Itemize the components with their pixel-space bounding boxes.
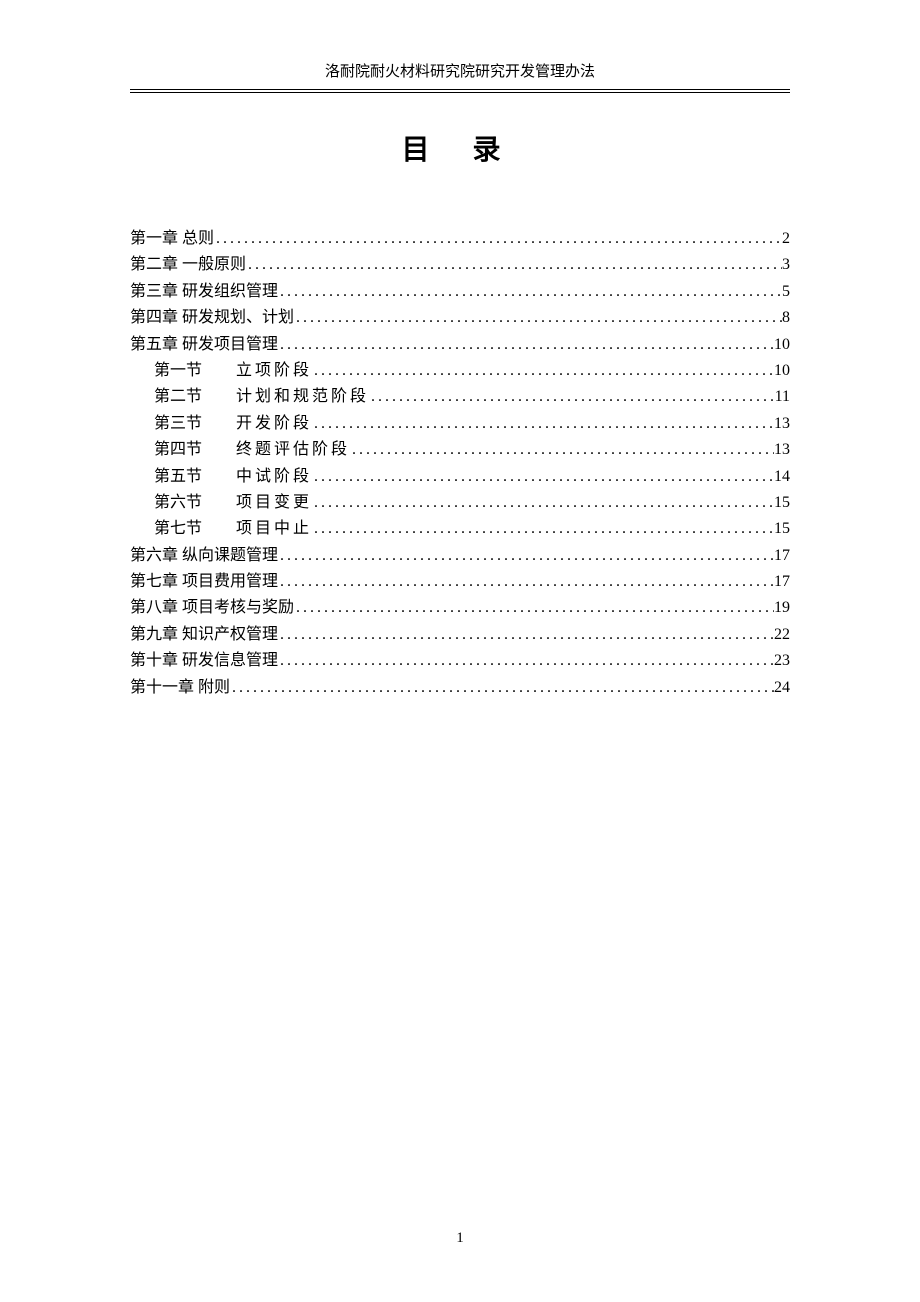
toc-section-label: 第三节 [154,411,236,437]
toc-leader [312,490,774,516]
toc-entry: 第四章 研发规划、计划 8 [130,305,790,331]
toc-entry: 第二章 一般原则 3 [130,252,790,278]
toc-entry: 第六章 纵向课题管理 17 [130,543,790,569]
toc-leader [294,305,782,331]
header-rule-bottom [130,92,790,93]
toc-leader [350,437,774,463]
toc-page-number: 19 [774,595,790,621]
toc-page-number: 24 [774,675,790,701]
toc-leader [278,279,782,305]
toc-leader [294,595,774,621]
table-of-contents: 第一章 总则 2 第二章 一般原则 3 第三章 研发组织管理 5 第四章 研发规… [130,226,790,701]
toc-page-number: 15 [774,490,790,516]
toc-page-number: 2 [782,226,790,252]
toc-leader [312,358,774,384]
toc-section-label: 第七节 [154,516,236,542]
toc-subentry: 第一节 立项阶段 10 [130,358,790,384]
toc-entry: 第十章 研发信息管理 23 [130,648,790,674]
toc-entry: 第三章 研发组织管理 5 [130,279,790,305]
toc-section-label: 第二节 [154,384,236,410]
toc-leader [312,516,774,542]
toc-leader [278,543,774,569]
toc-chapter-label: 第三章 研发组织管理 [130,279,278,305]
toc-page-number: 10 [774,332,790,358]
toc-page-number: 22 [774,622,790,648]
toc-page-number: 11 [775,384,790,410]
toc-chapter-label: 第四章 研发规划、计划 [130,305,294,331]
toc-page-number: 17 [774,569,790,595]
toc-subentry: 第五节 中试阶段 14 [130,464,790,490]
toc-leader [278,622,774,648]
toc-page-number: 8 [782,305,790,331]
toc-chapter-label: 第六章 纵向课题管理 [130,543,278,569]
toc-page-number: 3 [782,252,790,278]
toc-title: 目 录 [130,128,790,168]
toc-leader [278,332,774,358]
toc-page-number: 15 [774,516,790,542]
toc-section-label: 第一节 [154,358,236,384]
toc-subentry: 第四节 终题评估阶段 13 [130,437,790,463]
toc-chapter-label: 第七章 项目费用管理 [130,569,278,595]
toc-page-number: 14 [774,464,790,490]
toc-section-label: 第四节 [154,437,236,463]
toc-page-number: 5 [782,279,790,305]
toc-leader [312,411,774,437]
toc-page-number: 13 [774,411,790,437]
toc-page-number: 17 [774,543,790,569]
toc-leader [278,569,774,595]
toc-chapter-label: 第一章 总则 [130,226,214,252]
toc-entry: 第一章 总则 2 [130,226,790,252]
toc-entry: 第五章 研发项目管理 10 [130,332,790,358]
toc-section-text: 中试阶段 [236,464,312,490]
toc-section-label: 第六节 [154,490,236,516]
toc-chapter-label: 第二章 一般原则 [130,252,246,278]
toc-entry: 第七章 项目费用管理 17 [130,569,790,595]
toc-section-text: 终题评估阶段 [236,437,350,463]
toc-entry: 第八章 项目考核与奖励 19 [130,595,790,621]
toc-chapter-label: 第十一章 附则 [130,675,230,701]
toc-section-text: 开发阶段 [236,411,312,437]
toc-section-text: 计划和规范阶段 [236,384,369,410]
toc-subentry: 第六节 项目变更 15 [130,490,790,516]
toc-leader [312,464,774,490]
toc-leader [246,252,782,278]
toc-chapter-label: 第五章 研发项目管理 [130,332,278,358]
toc-subentry: 第七节 项目中止 15 [130,516,790,542]
toc-chapter-label: 第九章 知识产权管理 [130,622,278,648]
toc-page-number: 13 [774,437,790,463]
toc-leader [214,226,782,252]
toc-section-text: 项目变更 [236,490,312,516]
toc-subentry: 第三节 开发阶段 13 [130,411,790,437]
toc-leader [369,384,775,410]
toc-chapter-label: 第八章 项目考核与奖励 [130,595,294,621]
toc-chapter-label: 第十章 研发信息管理 [130,648,278,674]
header-rule-top [130,89,790,90]
toc-leader [278,648,774,674]
toc-page-number: 10 [774,358,790,384]
toc-page-number: 23 [774,648,790,674]
toc-section-text: 项目中止 [236,516,312,542]
toc-subentry: 第二节 计划和规范阶段 11 [130,384,790,410]
toc-entry: 第十一章 附则 24 [130,675,790,701]
page-header: 洛耐院耐火材料研究院研究开发管理办法 [130,60,790,87]
document-page: 洛耐院耐火材料研究院研究开发管理办法 目 录 第一章 总则 2 第二章 一般原则… [0,0,920,701]
page-footer-number: 1 [0,1230,920,1247]
toc-leader [230,675,774,701]
toc-entry: 第九章 知识产权管理 22 [130,622,790,648]
toc-section-text: 立项阶段 [236,358,312,384]
toc-section-label: 第五节 [154,464,236,490]
